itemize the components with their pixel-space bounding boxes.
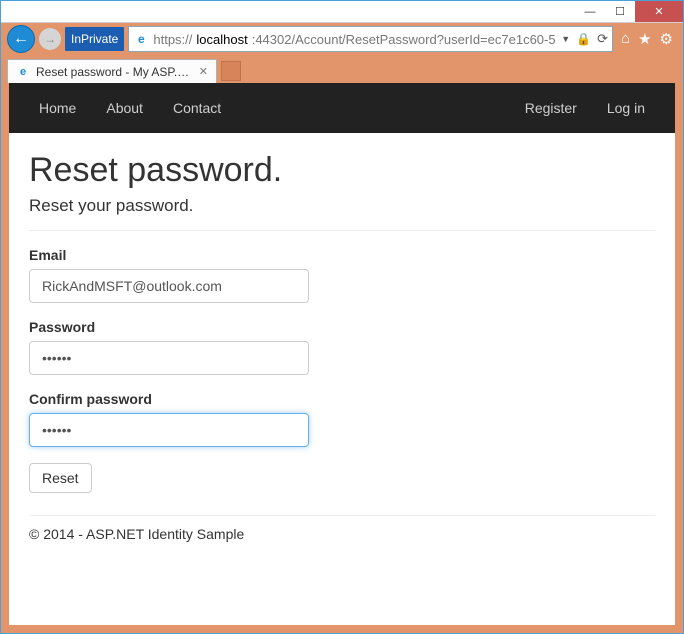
page-subtitle: Reset your password.: [29, 196, 655, 216]
url-protocol: https://: [153, 32, 192, 47]
reset-button[interactable]: Reset: [29, 463, 92, 493]
url-host: localhost: [196, 32, 247, 47]
browser-viewport: Home About Contact Register Log in Reset…: [1, 83, 683, 633]
window-close-button[interactable]: ✕: [635, 1, 683, 22]
footer-text: © 2014 - ASP.NET Identity Sample: [29, 526, 655, 542]
tab-title: Reset password - My ASP.N...: [36, 65, 193, 79]
window-minimize-button[interactable]: —: [575, 1, 605, 22]
form-group-email: Email: [29, 247, 655, 303]
site-navbar: Home About Contact Register Log in: [9, 83, 675, 133]
nav-link-login[interactable]: Log in: [607, 100, 645, 116]
ie-icon: e: [16, 65, 30, 79]
ie-icon: e: [133, 31, 149, 47]
nav-forward-button[interactable]: →: [39, 28, 61, 50]
home-icon[interactable]: ⌂: [621, 30, 630, 48]
gear-icon[interactable]: ⚙: [660, 30, 673, 48]
chevron-down-icon[interactable]: ▼: [561, 34, 570, 44]
browser-tab[interactable]: e Reset password - My ASP.N... ✕: [7, 59, 217, 83]
inprivate-badge: InPrivate: [65, 27, 124, 51]
nav-link-register[interactable]: Register: [525, 100, 577, 116]
browser-action-icons: ⌂ ★ ⚙: [617, 30, 677, 48]
confirm-password-field[interactable]: [29, 413, 309, 447]
form-group-password: Password: [29, 319, 655, 375]
refresh-icon[interactable]: ⟳: [597, 31, 608, 47]
page-title: Reset password.: [29, 151, 655, 190]
navbar-left: Home About Contact: [39, 100, 221, 116]
confirm-password-label: Confirm password: [29, 391, 655, 407]
lock-icon[interactable]: 🔒: [576, 32, 591, 46]
nav-link-home[interactable]: Home: [39, 100, 76, 116]
browser-window: — ☐ ✕ ← → InPrivate e https:// localhost:…: [0, 0, 684, 634]
tab-strip: e Reset password - My ASP.N... ✕: [1, 55, 683, 83]
arrow-right-icon: →: [44, 32, 56, 46]
tab-close-icon[interactable]: ✕: [199, 65, 208, 78]
email-field[interactable]: [29, 269, 309, 303]
nav-link-about[interactable]: About: [106, 100, 143, 116]
nav-back-button[interactable]: ←: [7, 25, 35, 53]
email-label: Email: [29, 247, 655, 263]
footer-divider: [29, 515, 655, 516]
window-maximize-button[interactable]: ☐: [605, 1, 635, 22]
password-field[interactable]: [29, 341, 309, 375]
page-content: Home About Contact Register Log in Reset…: [9, 83, 675, 625]
password-label: Password: [29, 319, 655, 335]
addressbar-controls: ▼ 🔒 ⟳: [561, 31, 608, 47]
main-container: Reset password. Reset your password. Ema…: [9, 133, 675, 552]
window-titlebar: — ☐ ✕: [1, 1, 683, 23]
divider: [29, 230, 655, 231]
address-bar[interactable]: e https:// localhost :44302/Account/ResetP…: [128, 26, 613, 52]
nav-link-contact[interactable]: Contact: [173, 100, 221, 116]
favorites-icon[interactable]: ★: [638, 30, 651, 48]
new-tab-button[interactable]: [221, 61, 241, 81]
browser-toolbar: ← → InPrivate e https:// localhost :44302/…: [1, 23, 683, 55]
navbar-right: Register Log in: [525, 100, 645, 116]
url-path: :44302/Account/ResetPassword?userId=ec7e…: [252, 32, 556, 47]
form-group-confirm-password: Confirm password: [29, 391, 655, 447]
arrow-left-icon: ←: [13, 30, 29, 48]
